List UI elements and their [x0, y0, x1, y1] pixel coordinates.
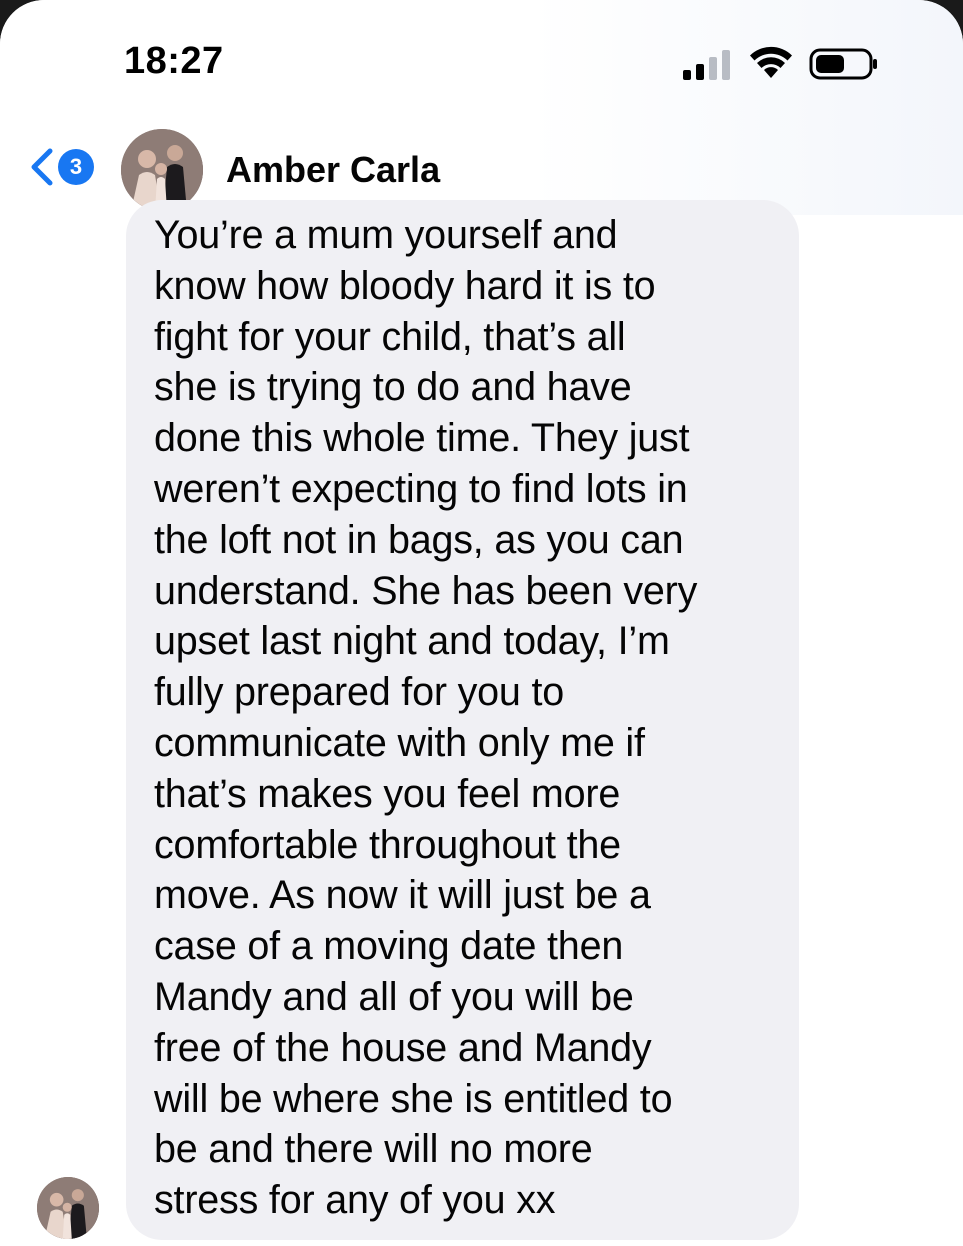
chevron-left-icon — [31, 148, 53, 186]
avatar-photo — [121, 129, 203, 211]
contact-avatar[interactable] — [121, 129, 203, 211]
status-bar: 18:27 — [0, 0, 963, 110]
avatar-photo — [37, 1177, 99, 1239]
battery-icon — [809, 48, 877, 80]
message-bubble[interactable]: You’re a mum yourself and know how blood… — [126, 200, 799, 1240]
sender-avatar[interactable] — [37, 1177, 99, 1239]
chat-screen: 18:27 3 Amber Carla You’re a mum yoursel… — [0, 0, 963, 1246]
cellular-signal-icon — [683, 50, 730, 80]
wifi-icon — [750, 46, 792, 78]
unread-count-badge: 3 — [58, 149, 94, 185]
status-time: 18:27 — [124, 40, 224, 82]
contact-name[interactable]: Amber Carla — [226, 149, 440, 191]
message-text: You’re a mum yourself and know how blood… — [154, 213, 698, 1223]
back-button[interactable]: 3 — [28, 145, 108, 189]
